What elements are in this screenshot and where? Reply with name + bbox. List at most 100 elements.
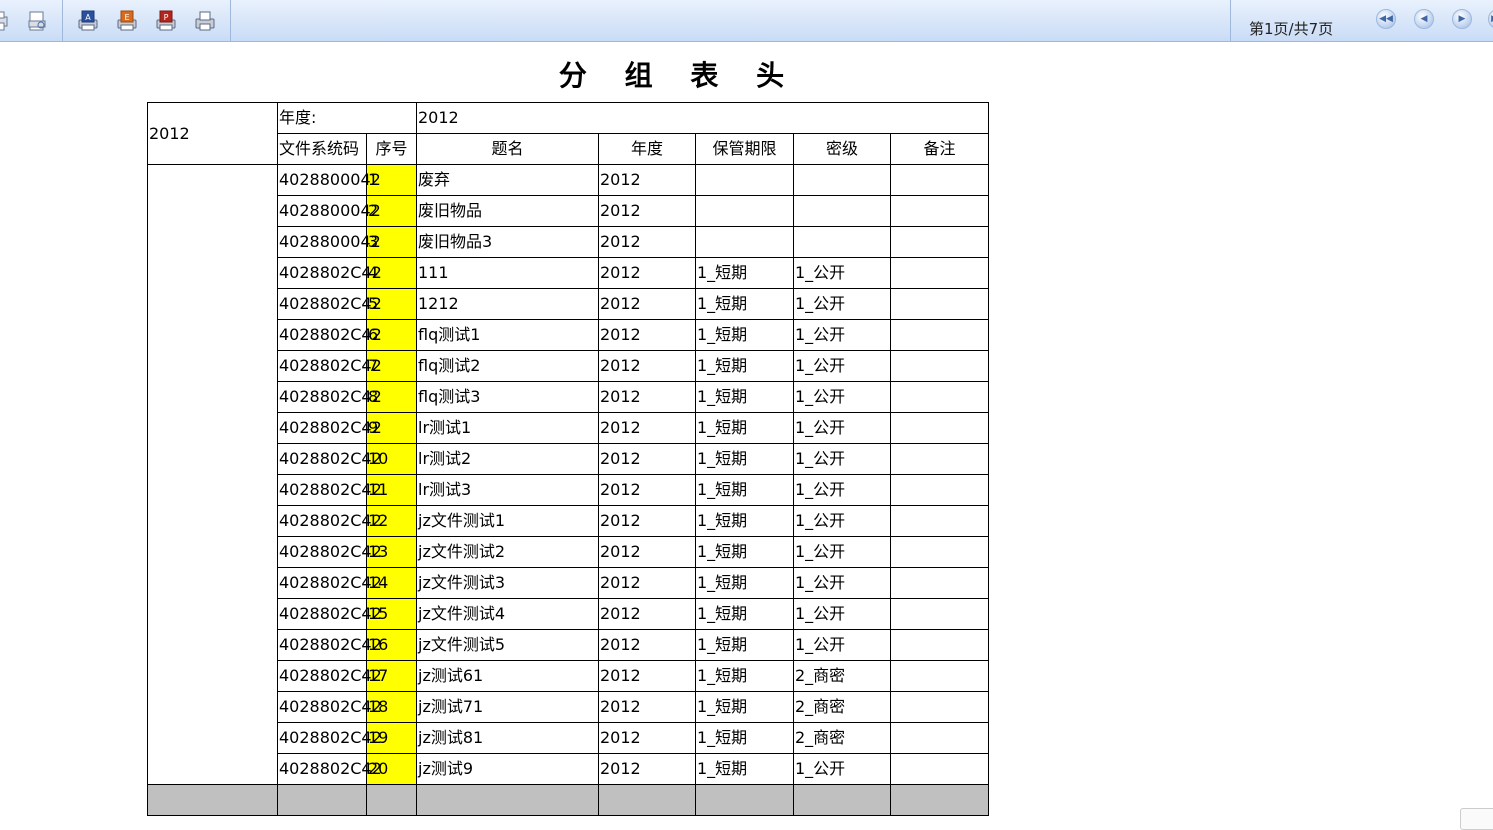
cell-level: 1_公开 (793, 629, 891, 661)
cell-period: 1_短期 (695, 288, 794, 320)
cell-level: 1_公开 (793, 474, 891, 506)
page-indicator: 第1页/共7页 (1249, 20, 1334, 38)
cell-period: 1_短期 (695, 629, 794, 661)
cell-code-text: 4028802C42 (279, 666, 382, 685)
cell-year: 2012 (598, 536, 696, 568)
cell-code: 4028802C42 (277, 691, 382, 723)
cell-year: 2012 (598, 691, 696, 723)
header-note: 备注 (890, 133, 989, 165)
cell-code: 4028802C42 (277, 753, 382, 785)
cell-period: 1_短期 (695, 691, 794, 723)
cell-title: 废旧物品 (416, 195, 599, 227)
cell-note (890, 660, 989, 692)
cell-code-text: 4028800042 (279, 170, 381, 189)
cell-level: 1_公开 (793, 257, 891, 289)
footer-cell (695, 784, 794, 816)
last-page-icon[interactable]: ▶▶ (1488, 9, 1493, 29)
cell-year: 2012 (598, 753, 696, 785)
cell-year: 2012 (598, 474, 696, 506)
cell-level: 1_公开 (793, 753, 891, 785)
cell-level: 1_公开 (793, 598, 891, 630)
svg-text:P: P (164, 13, 169, 22)
cell-period: 1_短期 (695, 505, 794, 537)
header-title: 题名 (416, 133, 599, 165)
report-toolbar: A E P 第1页/共7页 ◀◀ ◀ ▶ ▶▶ (0, 0, 1493, 42)
cell-period: 1_短期 (695, 536, 794, 568)
cell-title: 废旧物品3 (416, 226, 599, 258)
cell-year: 2012 (598, 629, 696, 661)
cell-period: 1_短期 (695, 722, 794, 754)
cell-code-text: 4028802C42 (279, 480, 382, 499)
cell-year: 2012 (598, 412, 696, 444)
cell-code: 4028802C42 (277, 319, 382, 351)
cell-level: 1_公开 (793, 350, 891, 382)
export-a-icon[interactable]: A (75, 9, 101, 33)
cell-note (890, 257, 989, 289)
cell-title: flq测试3 (416, 381, 599, 413)
cell-level: 1_公开 (793, 567, 891, 599)
cell-title: jz文件测试2 (416, 536, 599, 568)
year-value-cell: 2012 (416, 102, 989, 134)
cell-code: 4028800042 (277, 195, 381, 227)
cell-title: lr测试1 (416, 412, 599, 444)
group-spacer-cell (147, 164, 278, 785)
cell-period: 1_短期 (695, 381, 794, 413)
footer-cell (890, 784, 989, 816)
cell-code-text: 4028800042 (279, 201, 381, 220)
table-row: 4028800042 1 废弃 2012 (147, 164, 989, 785)
export-p-icon[interactable]: P (153, 9, 179, 33)
cell-level: 1_公开 (793, 288, 891, 320)
cell-code-text: 4028802C42 (279, 697, 382, 716)
cell-code: 4028802C42 (277, 536, 382, 568)
cell-code: 4028802C42 (277, 443, 382, 475)
cell-code: 4028802C42 (277, 288, 382, 320)
cell-title: jz文件测试3 (416, 567, 599, 599)
cell-year: 2012 (598, 722, 696, 754)
cell-code-text: 4028802C42 (279, 759, 382, 778)
cell-note (890, 505, 989, 537)
footer-cell (793, 784, 891, 816)
cell-note (890, 381, 989, 413)
cell-title: jz测试81 (416, 722, 599, 754)
cell-code: 4028802C42 (277, 381, 382, 413)
cell-note (890, 443, 989, 475)
group-label-cell: 2012 (147, 102, 278, 165)
cell-code-text: 4028802C42 (279, 728, 382, 747)
cell-note (890, 722, 989, 754)
footer-cell (416, 784, 599, 816)
cell-period: 1_短期 (695, 412, 794, 444)
cell-period: 1_短期 (695, 257, 794, 289)
cell-level (793, 226, 891, 258)
cell-period: 1_短期 (695, 660, 794, 692)
cell-period: 1_短期 (695, 567, 794, 599)
header-level: 密级 (793, 133, 891, 165)
cell-code: 4028802C42 (277, 660, 382, 692)
export-e-icon[interactable]: E (114, 9, 140, 33)
cell-level: 1_公开 (793, 381, 891, 413)
cell-note (890, 629, 989, 661)
cell-code-text: 4028802C42 (279, 542, 382, 561)
cell-code-text: 4028802C42 (279, 325, 382, 344)
cell-title: jz测试71 (416, 691, 599, 723)
cell-code: 4028802C42 (277, 474, 382, 506)
cell-level: 1_公开 (793, 443, 891, 475)
cell-year: 2012 (598, 381, 696, 413)
cell-level: 1_公开 (793, 505, 891, 537)
printer-icon[interactable] (192, 9, 218, 33)
cell-code: 4028802C42 (277, 598, 382, 630)
year-label-cell: 年度: (277, 102, 417, 134)
prev-page-icon[interactable]: ◀ (1414, 9, 1434, 29)
cell-year: 2012 (598, 164, 696, 196)
print-setup-icon[interactable] (0, 9, 12, 33)
next-page-icon[interactable]: ▶ (1452, 9, 1472, 29)
first-page-icon[interactable]: ◀◀ (1376, 9, 1396, 29)
cell-code-text: 4028802C42 (279, 263, 382, 282)
cell-title: jz文件测试4 (416, 598, 599, 630)
header-year: 年度 (598, 133, 696, 165)
footer-cell (147, 784, 278, 816)
cell-period (695, 164, 794, 196)
footer-row (147, 784, 989, 816)
cell-title: 111 (416, 257, 599, 289)
cell-year: 2012 (598, 257, 696, 289)
print-preview-icon[interactable] (24, 9, 50, 33)
